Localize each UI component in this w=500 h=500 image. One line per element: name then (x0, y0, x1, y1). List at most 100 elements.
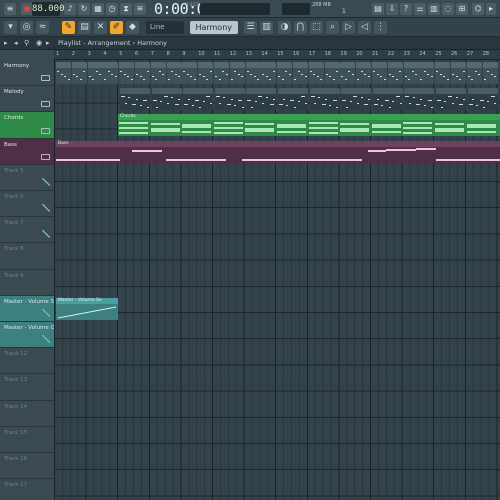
track-header[interactable]: Track 5 (0, 164, 54, 191)
track-header[interactable]: Track 6 (0, 191, 54, 218)
more-icon[interactable]: ▸ (486, 3, 496, 15)
harmony-clip[interactable]: Harmony (229, 62, 245, 84)
melody-clip[interactable]: Melody (372, 88, 403, 111)
harmony-clip[interactable]: Harmony (182, 62, 198, 84)
track-header[interactable]: Master - Volume Out (0, 322, 60, 349)
melody-clip[interactable]: Melody (436, 88, 466, 111)
playback-icon[interactable]: ▷ (342, 21, 355, 34)
wave-icon[interactable]: ≈ (36, 21, 49, 34)
delete-tool-icon[interactable]: ✕ (94, 21, 107, 34)
track-header[interactable]: Track 14 (0, 400, 54, 427)
harmony-clip[interactable]: Harmony (403, 62, 419, 84)
harmony-clip[interactable]: Harmony (71, 62, 87, 84)
timeline-ruler[interactable]: 1 2 3 4 5 6 7 8 9 10 11 12 13 14 15 16 17 18 19 20 21 22 23 24 2… (54, 50, 500, 60)
patterns-icon[interactable]: ▤ (372, 3, 384, 15)
melody-clip[interactable]: Melody 2 (341, 88, 372, 111)
harmony-clip[interactable]: Harmony (451, 62, 466, 84)
harmony-clip[interactable]: Harmony (261, 62, 277, 84)
snap-select[interactable]: Line (146, 21, 184, 34)
slip-tool-icon[interactable]: ◆ (126, 21, 139, 34)
ramp-icon[interactable] (42, 230, 50, 239)
track-header[interactable]: Track 9 (0, 269, 54, 296)
chords-clip[interactable]: Chords (118, 114, 500, 137)
chat-icon[interactable]: ◌ (442, 3, 454, 15)
arrangement-grid[interactable]: HarmonyHarmonyHarmonyHarmonyHarmonyHarmo… (54, 50, 500, 500)
pencil-icon[interactable]: ✐ (110, 21, 123, 34)
ramp-icon[interactable] (42, 177, 50, 186)
bass-clip[interactable]: Bass (56, 140, 500, 163)
ramp-icon[interactable] (42, 335, 50, 344)
harmony-clip[interactable]: Harmony (277, 62, 293, 84)
harmony-clip[interactable]: Harmony (198, 62, 214, 84)
harmony-clip[interactable]: Harmony (166, 62, 182, 84)
browser-icon[interactable]: ⊞ (456, 3, 468, 15)
zoom-icon[interactable]: ⌕ (326, 21, 339, 34)
split-icon[interactable]: ⋮ (374, 21, 387, 34)
plugin-icon[interactable]: ⌬ (472, 3, 484, 15)
menu-button[interactable]: ≡ (4, 3, 16, 15)
metronome-icon[interactable]: ♪ (64, 3, 76, 15)
track-header[interactable]: Harmony (0, 60, 54, 87)
track-header[interactable]: Track 15 (0, 426, 54, 453)
mixer-icon[interactable]: ⚌ (414, 3, 426, 15)
harmony-clip[interactable]: Harmony (340, 62, 356, 84)
harmony-clip[interactable]: Harmony (214, 62, 229, 84)
track-header[interactable]: Bass (0, 138, 54, 165)
melody-clip[interactable]: Melody (183, 88, 214, 111)
melody-clip[interactable]: Melody (309, 88, 340, 111)
harmony-clip[interactable]: Harmony (103, 62, 119, 84)
harmony-clip[interactable]: Harmony (135, 62, 150, 84)
harmony-clip[interactable]: Harmony (245, 62, 261, 84)
harmony-clip[interactable]: Harmony (56, 62, 71, 84)
melody-clip[interactable]: Melody 2 (214, 88, 245, 111)
draw-tool-icon[interactable]: ✎ (62, 21, 75, 34)
snap-icon[interactable]: ⚲ (24, 39, 29, 47)
track-header[interactable]: Track 7 (0, 217, 54, 244)
harmony-clip[interactable]: Harmony (419, 62, 435, 84)
melody-clip[interactable]: Melody 2 (278, 88, 308, 111)
paint-tool-icon[interactable]: ▤ (78, 21, 91, 34)
harmony-clip[interactable]: Harmony (482, 62, 498, 84)
piano-roll-icon[interactable] (41, 75, 50, 82)
loop-icon[interactable]: ↻ (78, 3, 90, 15)
speaker-icon[interactable]: ◁ (358, 21, 371, 34)
step-icon[interactable]: ▦ (92, 3, 104, 15)
piano-roll-icon[interactable]: ▥ (260, 21, 273, 34)
help-icon[interactable]: ? (400, 3, 412, 15)
automation-clip[interactable]: Master - Volume Se (56, 297, 118, 320)
playlist-icon[interactable]: ☰ (244, 21, 257, 34)
track-header[interactable]: Master - Volume Se (0, 295, 57, 322)
harmony-clip[interactable]: Harmony (387, 62, 403, 84)
harmony-clip[interactable]: Harmony (356, 62, 372, 84)
harmony-clip[interactable]: Harmony (308, 62, 324, 84)
harmony-clip[interactable]: Harmony (293, 62, 308, 84)
mute-icon[interactable]: ◑ (278, 21, 291, 34)
track-header[interactable]: Chords (0, 112, 54, 139)
melody-clip[interactable]: Melody 2 (151, 88, 182, 111)
sync-icon[interactable]: ◎ (20, 21, 33, 34)
harmony-clip[interactable]: Harmony (324, 62, 340, 84)
melody-clip[interactable]: Melody 2 (467, 88, 498, 111)
harmony-clip[interactable]: Harmony (150, 62, 166, 84)
harmony-clip[interactable]: Harmony (87, 62, 103, 84)
track-header[interactable]: Track 16 (0, 453, 54, 480)
wait-icon[interactable]: ◷ (106, 3, 118, 15)
harmony-clip[interactable]: Harmony (435, 62, 451, 84)
track-header[interactable]: Track 13 (0, 374, 54, 401)
piano-roll-icon[interactable] (41, 153, 50, 160)
piano-roll-icon[interactable] (41, 127, 50, 134)
ramp-icon[interactable] (42, 204, 50, 213)
pattern-select[interactable]: Harmony (190, 21, 238, 34)
blend-icon[interactable]: ≋ (134, 3, 146, 15)
back-icon[interactable]: ◂ (14, 39, 18, 47)
melody-clip[interactable]: Melody (246, 88, 277, 111)
track-header[interactable]: Track 8 (0, 243, 54, 270)
piano-roll-icon[interactable] (41, 101, 50, 108)
countdown-icon[interactable]: ⧗ (120, 3, 132, 15)
forward-icon[interactable]: ▸ (46, 39, 50, 47)
channel-rack-icon[interactable]: ▥ (428, 3, 440, 15)
select-icon[interactable]: ⬚ (310, 21, 323, 34)
tempo-display[interactable]: 88.000 (32, 2, 65, 16)
track-header[interactable]: Track 12 (0, 348, 54, 375)
harmony-clip[interactable]: Harmony (372, 62, 387, 84)
